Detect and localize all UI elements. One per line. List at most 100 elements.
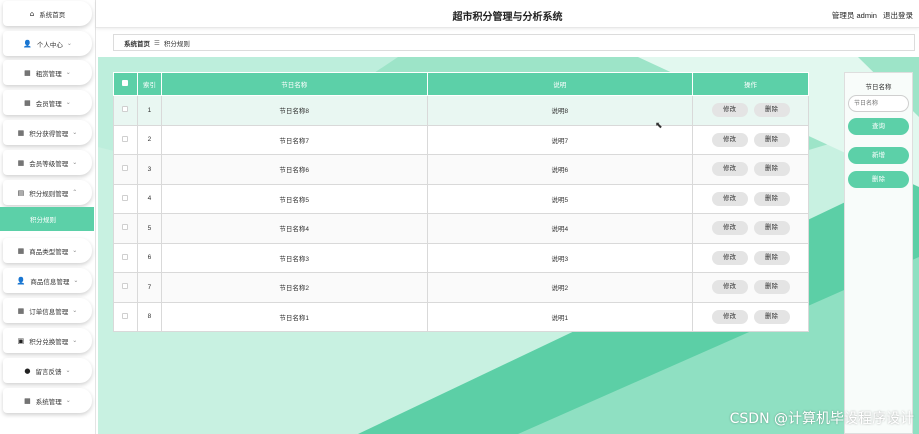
chevron-up-icon: ⌃ (72, 189, 78, 196)
sidebar-item-points-exchange[interactable]: ▣ 积分兑换管理 ⌄ (3, 328, 92, 353)
sidebar-item-home[interactable]: ⌂ 系统首页 (3, 1, 92, 26)
delete-button[interactable]: 删除 (753, 103, 790, 118)
top-header: 超市积分管理与分析系统 管理员 admin 退出登录 (96, 0, 919, 28)
table-row: 8 节日名称1 说明1 修改 删除 (113, 301, 809, 332)
select-all-cell[interactable] (113, 72, 138, 96)
chevron-down-icon: ⌄ (72, 247, 78, 254)
chevron-down-icon: ⌄ (65, 69, 71, 76)
row-checkbox[interactable] (122, 283, 129, 290)
row-desc: 说明6 (426, 154, 694, 185)
chevron-down-icon: ⌄ (72, 129, 78, 136)
row-name: 节日名称7 (160, 124, 428, 155)
sidebar-item-label: 商品信息管理 (30, 278, 70, 286)
table-row: 7 节日名称2 说明2 修改 删除 (113, 272, 809, 303)
delete-button[interactable]: 删除 (753, 280, 790, 295)
edit-button[interactable]: 修改 (711, 162, 748, 177)
edit-button[interactable]: 修改 (711, 280, 748, 295)
row-name: 节日名称5 (160, 183, 428, 214)
delete-button[interactable]: 删除 (753, 191, 790, 206)
sidebar-item-points-rules[interactable]: ▤ 积分规则管理 ⌃ (3, 180, 92, 205)
sidebar-item-feedback[interactable]: ● 留言反馈 ⌄ (3, 358, 92, 383)
delete-button[interactable]: 删除 (753, 309, 790, 324)
breadcrumb-home[interactable]: 系统首页 (124, 38, 150, 48)
sidebar-item-products[interactable]: 👤 商品信息管理 ⌄ (3, 268, 92, 293)
watermark: CSDN @计算机毕设程序设计 (729, 411, 914, 427)
sidebar-item-product-types[interactable]: ▦ 商品类型管理 ⌄ (3, 238, 92, 263)
row-desc: 说明4 (426, 213, 694, 244)
row-checkbox[interactable] (122, 253, 129, 260)
username: 管理员 admin (831, 11, 877, 20)
checkbox-icon: ▣ (17, 336, 25, 345)
edit-button[interactable]: 修改 (711, 221, 748, 236)
mouse-cursor-icon: ⬉ (655, 121, 663, 131)
row-index: 8 (136, 301, 162, 332)
table-row: 2 节日名称7 说明7 修改 删除 (113, 124, 809, 155)
sidebar-item-label: 留言反馈 (35, 368, 62, 376)
column-header-actions: 操作 (692, 72, 809, 96)
sidebar-subitem-points-rules[interactable]: 积分规则 (0, 207, 94, 231)
row-index: 6 (136, 242, 162, 273)
search-panel: 节日名称 查询 新增 删除 (844, 72, 913, 434)
menu-icon: ☰ (154, 39, 160, 47)
search-input[interactable] (848, 95, 909, 112)
delete-button[interactable]: 删除 (753, 162, 790, 177)
search-label: 节日名称 (865, 84, 892, 91)
row-index: 1 (136, 95, 162, 126)
edit-button[interactable]: 修改 (711, 191, 748, 206)
table-row: 5 节日名称4 说明4 修改 删除 (113, 213, 809, 244)
row-name: 节日名称1 (160, 301, 428, 332)
row-index: 4 (136, 183, 162, 214)
sidebar-item-points-earned[interactable]: ▦ 积分获得管理 ⌄ (3, 120, 92, 145)
edit-button[interactable]: 修改 (711, 309, 748, 324)
row-checkbox[interactable] (122, 224, 129, 231)
edit-button[interactable]: 修改 (711, 250, 748, 265)
row-checkbox[interactable] (122, 194, 129, 201)
sidebar-item-profile[interactable]: 👤 个人中心 ⌄ (3, 31, 92, 56)
row-checkbox[interactable] (122, 165, 129, 172)
sidebar-item-rewards[interactable]: ▦ 粗赏管理 ⌄ (3, 60, 92, 85)
sidebar-item-system[interactable]: ▦ 系统管理 ⌄ (3, 388, 92, 413)
edit-button[interactable]: 修改 (711, 132, 748, 147)
home-icon: ⌂ (29, 9, 35, 18)
batch-delete-button[interactable]: 删除 (848, 171, 909, 188)
query-button[interactable]: 查询 (848, 118, 909, 135)
breadcrumb-current: 积分规则 (163, 40, 190, 48)
grid-icon: ▦ (24, 396, 31, 405)
table-row: 4 节日名称5 说明5 修改 删除 (113, 183, 809, 214)
row-checkbox[interactable] (122, 135, 129, 142)
row-desc: 说明1 (426, 301, 694, 332)
sidebar-item-orders[interactable]: ▦ 订单信息管理 ⌄ (3, 298, 92, 323)
sidebar-item-label: 会员管理 (35, 100, 62, 108)
column-header-index: 索引 (136, 72, 162, 96)
sidebar-item-label: 粗赏管理 (35, 70, 62, 78)
row-index: 7 (136, 272, 162, 303)
add-button[interactable]: 新增 (848, 147, 909, 164)
user-icon: 👤 (23, 39, 32, 48)
edit-button[interactable]: 修改 (711, 103, 748, 118)
user-icon: 👤 (16, 276, 26, 285)
table-header-row: 索引 节日名称 说明 操作 (113, 72, 809, 96)
column-header-desc: 说明 (426, 72, 694, 96)
delete-button[interactable]: 删除 (753, 132, 790, 147)
delete-button[interactable]: 删除 (753, 221, 790, 236)
sidebar-item-member-levels[interactable]: ▦ 会员等级管理 ⌄ (3, 150, 92, 175)
row-name: 节日名称2 (160, 272, 428, 303)
sidebar-item-label: 会员等级管理 (29, 160, 69, 168)
chevron-down-icon: ⌄ (72, 159, 78, 166)
user-area: 管理员 admin 退出登录 (828, 10, 913, 21)
sidebar-item-label: 系统首页 (39, 11, 66, 19)
delete-button[interactable]: 删除 (753, 250, 790, 265)
row-desc: 说明3 (426, 242, 694, 273)
select-all-checkbox[interactable] (122, 80, 129, 86)
row-index: 5 (136, 213, 162, 244)
row-checkbox[interactable] (122, 106, 129, 113)
grid-icon: ▦ (17, 158, 25, 167)
row-name: 节日名称8 (160, 95, 428, 126)
sidebar-item-members[interactable]: ▦ 会员管理 ⌄ (3, 90, 92, 115)
table-row: 1 节日名称8 说明8 修改 删除 (113, 95, 809, 126)
chevron-down-icon: ⌄ (65, 99, 71, 106)
logout-link[interactable]: 退出登录 (883, 11, 913, 20)
row-checkbox[interactable] (122, 312, 129, 319)
row-desc: 说明2 (426, 272, 694, 303)
row-index: 3 (136, 154, 162, 185)
